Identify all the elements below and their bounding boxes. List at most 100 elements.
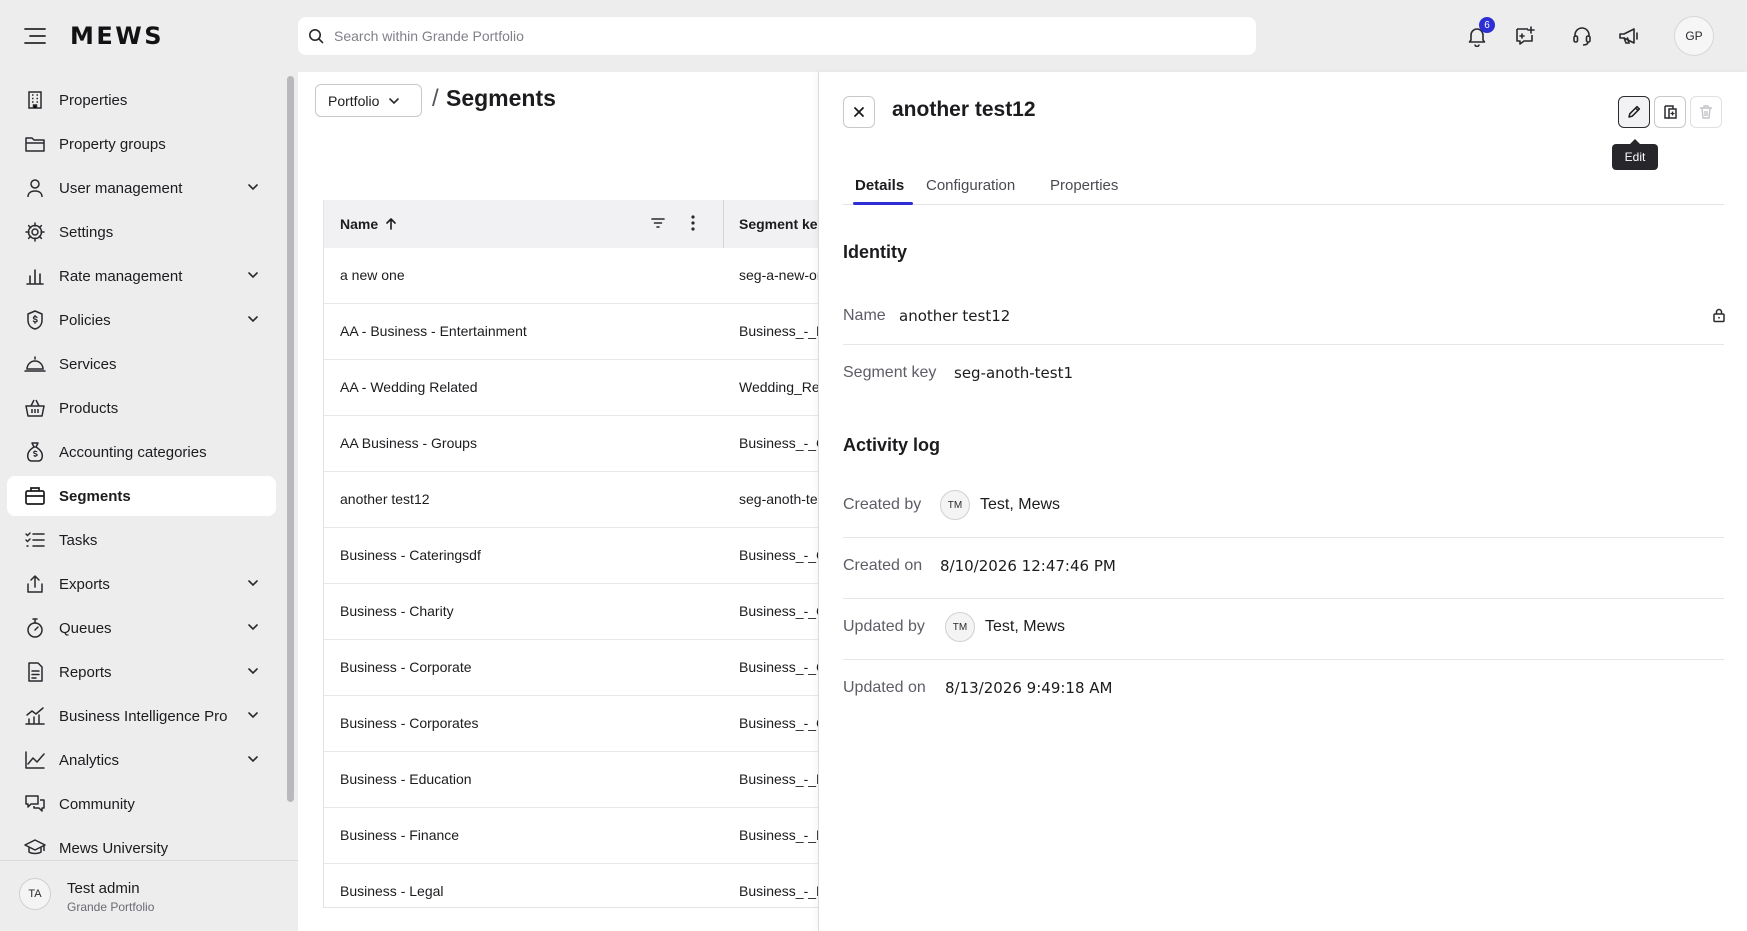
user-name[interactable]: Test admin xyxy=(67,880,140,897)
table-row[interactable]: another test12 seg-anoth-test1 xyxy=(324,472,818,528)
page-title: Segments xyxy=(446,85,556,111)
graduation-cap-icon xyxy=(23,836,47,860)
table-row[interactable]: a new one seg-a-new-one xyxy=(324,248,818,304)
sidebar-item-settings[interactable]: Settings xyxy=(7,212,276,252)
filter-icon[interactable] xyxy=(650,215,666,231)
notification-count-badge: 6 xyxy=(1479,17,1495,33)
briefcase-icon xyxy=(23,484,47,508)
portfolio-dropdown[interactable]: Portfolio xyxy=(315,84,422,117)
updated-by-label: Updated by xyxy=(843,618,925,635)
sidebar-item-segments[interactable]: Segments xyxy=(7,476,276,516)
sidebar-item-exports[interactable]: Exports xyxy=(7,564,276,604)
export-icon xyxy=(23,572,47,596)
user-icon xyxy=(23,176,47,200)
sidebar-item-services[interactable]: Services xyxy=(7,344,276,384)
building-icon xyxy=(23,88,47,112)
support-button[interactable] xyxy=(1566,20,1598,52)
ai-assistant-button[interactable] xyxy=(1509,20,1541,52)
table-row[interactable]: Business - Charity Business_-_Charity xyxy=(324,584,818,640)
chevron-down-icon xyxy=(248,624,258,631)
cell-segment-key: Business_-_Groups xyxy=(739,435,818,451)
tab-properties[interactable]: Properties xyxy=(1050,177,1118,194)
chevron-down-icon xyxy=(248,712,258,719)
created-on-value: 8/10/2026 12:47:46 PM xyxy=(940,557,1116,575)
notifications-button[interactable]: 6 xyxy=(1461,17,1495,52)
cell-segment-key: Business_-_Education xyxy=(739,771,818,787)
sidebar-item-community[interactable]: Community xyxy=(7,784,276,824)
duplicate-button[interactable] xyxy=(1654,96,1686,128)
cell-name: Business - Corporates xyxy=(340,715,479,731)
shield-dollar-icon xyxy=(23,308,47,332)
sidebar-scrollbar[interactable] xyxy=(287,76,294,802)
cell-segment-key: Business_-_Legal xyxy=(739,883,818,899)
megaphone-icon xyxy=(1619,28,1638,44)
sidebar-item-property-groups[interactable]: Property groups xyxy=(7,124,276,164)
table-row[interactable]: Business - Corporates Business_-_Corporat… xyxy=(324,696,818,752)
chevron-down-icon xyxy=(248,316,258,323)
panel-title: another test12 xyxy=(892,98,1036,121)
cell-segment-key: Wedding_Related xyxy=(739,379,818,395)
cell-name: a new one xyxy=(340,267,405,283)
more-vertical-icon[interactable] xyxy=(683,213,703,233)
sidebar-item-business-intelligence-pro[interactable]: Business Intelligence Pro xyxy=(7,696,276,736)
sidebar-item-label: Products xyxy=(59,399,119,417)
announcements-button[interactable] xyxy=(1613,20,1645,52)
gear-icon xyxy=(23,220,47,244)
table-row[interactable]: AA - Business - Entertainment Business_-_… xyxy=(324,304,818,360)
chevron-down-icon xyxy=(248,272,258,279)
sidebar-item-policies[interactable]: Policies xyxy=(7,300,276,340)
panel-tabs: Details Configuration Properties xyxy=(843,162,1724,205)
column-header-segment-key[interactable]: Segment key xyxy=(739,216,818,232)
cell-name: Business - Cateringsdf xyxy=(340,547,481,563)
sidebar-item-user-management[interactable]: User management xyxy=(7,168,276,208)
headset-icon xyxy=(1573,27,1591,46)
table-row[interactable]: Business - Finance Business_-_Finance xyxy=(324,808,818,864)
chevron-down-icon xyxy=(248,756,258,763)
sidebar-item-queues[interactable]: Queues xyxy=(7,608,276,648)
line-chart-icon xyxy=(23,748,47,772)
mews-logo[interactable]: MEWS xyxy=(70,22,164,50)
sidebar-item-label: Accounting categories xyxy=(59,443,207,461)
close-panel-button[interactable] xyxy=(843,96,875,128)
tab-configuration[interactable]: Configuration xyxy=(926,177,1015,194)
sidebar-item-properties[interactable]: Properties xyxy=(7,80,276,120)
sidebar-item-label: Rate management xyxy=(59,267,183,285)
menu-icon[interactable] xyxy=(24,26,46,46)
search-bar[interactable] xyxy=(298,17,1256,55)
cell-name: AA Business - Groups xyxy=(340,435,477,451)
delete-button[interactable] xyxy=(1690,96,1722,128)
active-tab-indicator xyxy=(853,202,913,205)
segments-table: Name Segment key a new oneseg-a-new-one … xyxy=(323,200,818,908)
table-row[interactable]: AA Business - Groups Business_-_Groups xyxy=(324,416,818,472)
sort-ascending-icon xyxy=(386,218,396,230)
sidebar-item-analytics[interactable]: Analytics xyxy=(7,740,276,780)
table-row[interactable]: AA - Wedding Related Wedding_Related xyxy=(324,360,818,416)
sidebar-item-label: Queues xyxy=(59,619,112,637)
sidebar-item-reports[interactable]: Reports xyxy=(7,652,276,692)
column-divider[interactable] xyxy=(723,200,724,248)
sidebar-item-label: Property groups xyxy=(59,135,166,153)
search-input[interactable] xyxy=(334,28,1234,44)
table-row[interactable]: Business - Corporate Business_-_Corporate xyxy=(324,640,818,696)
edit-button[interactable] xyxy=(1618,96,1650,128)
sidebar-item-tasks[interactable]: Tasks xyxy=(7,520,276,560)
chat-icon xyxy=(23,792,47,816)
sidebar-item-accounting-categories[interactable]: Accounting categories xyxy=(7,432,276,472)
updated-by-avatar: TM xyxy=(945,612,975,642)
top-bar: MEWS 6 GP xyxy=(0,0,1747,72)
user-avatar[interactable]: TA xyxy=(19,878,51,910)
sidebar-item-products[interactable]: Products xyxy=(7,388,276,428)
tab-details[interactable]: Details xyxy=(855,177,904,194)
column-header-label: Name xyxy=(340,216,379,232)
sidebar-item-label: Settings xyxy=(59,223,114,241)
table-row[interactable]: Business - Education Business_-_Education xyxy=(324,752,818,808)
table-row[interactable]: Business - Cateringsdf Business_-_Caterin… xyxy=(324,528,818,584)
sidebar-item-rate-management[interactable]: Rate management xyxy=(7,256,276,296)
table-row[interactable]: Business - Legal Business_-_Legal xyxy=(324,864,818,907)
chevron-down-icon xyxy=(248,668,258,675)
sidebar-item-label: Reports xyxy=(59,663,112,681)
account-avatar[interactable]: GP xyxy=(1674,16,1714,56)
sidebar-item-mews-university[interactable]: Mews University xyxy=(7,828,276,868)
cell-segment-key: Business_-_Charity xyxy=(739,603,818,619)
column-header-name[interactable]: Name xyxy=(340,216,398,232)
